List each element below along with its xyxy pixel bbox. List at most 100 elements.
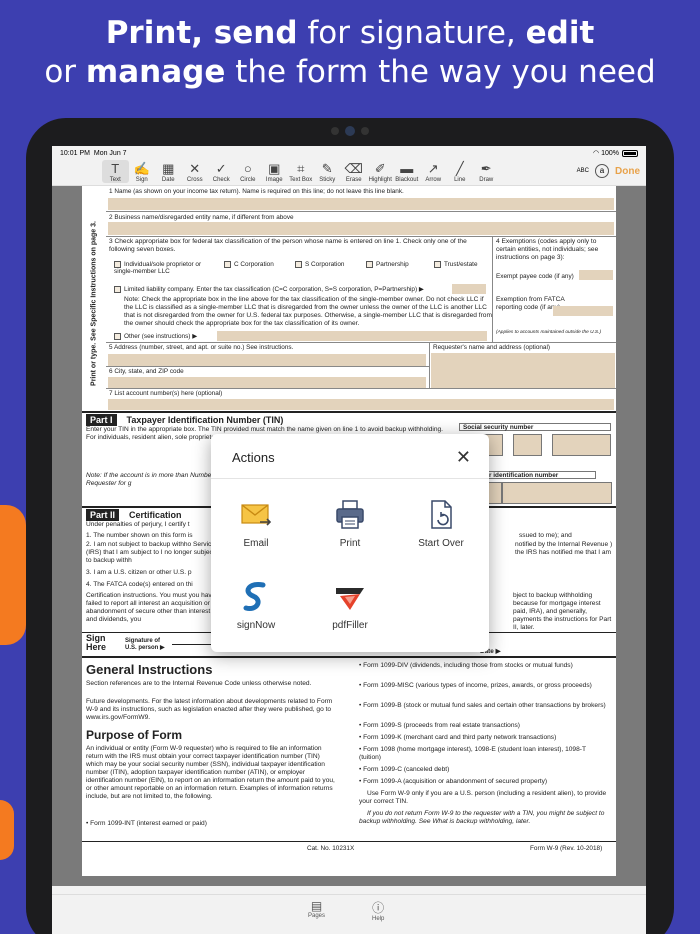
- sign-here: Sign Here: [86, 633, 107, 652]
- app-screen: 10:01 PM Mon Jun 7 ◠ 100% T Text ✍ Sign ▦ Dat…: [52, 146, 646, 934]
- tool-circle[interactable]: ○ Circle: [235, 160, 262, 183]
- text-cursor-icon: T: [111, 161, 120, 176]
- tool-highlight[interactable]: ✐ Highlight: [367, 160, 394, 183]
- wifi-icon: ◠: [593, 150, 600, 157]
- spellcheck-button[interactable]: ABC: [577, 168, 589, 174]
- status-bar: 10:01 PM Mon Jun 7 ◠ 100%: [52, 146, 646, 160]
- business-name-field[interactable]: [108, 222, 614, 235]
- tool-sign[interactable]: ✍ Sign: [129, 160, 156, 183]
- tool-label: Erase: [345, 177, 362, 183]
- tool-line[interactable]: ╱ Line: [447, 160, 474, 183]
- ein-field-1[interactable]: [488, 482, 502, 504]
- purpose-heading: Purpose of Form: [86, 728, 183, 742]
- other-option[interactable]: Other (see instructions) ▶: [114, 332, 197, 340]
- trust-option[interactable]: Trust/estate: [434, 261, 478, 268]
- email-action[interactable]: Email: [216, 498, 296, 549]
- cross-icon: ✕: [189, 161, 201, 176]
- signature-icon: ✍: [133, 161, 150, 176]
- start-over-icon: [431, 500, 452, 529]
- pen-icon: ✒: [480, 161, 492, 176]
- email-icon: [241, 504, 272, 526]
- annotation-toolbar: T Text ✍ Sign ▦ Date ✕ Cross ✓ Check ○ Circle ▣ Image…: [52, 160, 646, 186]
- address-field[interactable]: [108, 354, 426, 366]
- tool-label: Date: [161, 177, 175, 183]
- arrow-icon: ↗: [427, 161, 439, 176]
- partnership-option[interactable]: Partnership: [366, 261, 409, 268]
- ein-label: r identification number: [488, 471, 596, 479]
- close-icon[interactable]: ✕: [456, 448, 471, 466]
- tool-label: Sticky: [319, 177, 336, 183]
- search-icon[interactable]: a: [595, 164, 609, 178]
- sticky-note-icon: ✎: [321, 161, 333, 176]
- llc-option[interactable]: Limited liability company. Enter the tax…: [114, 285, 424, 293]
- blackout-icon: ▬: [400, 161, 414, 176]
- account-field[interactable]: [108, 399, 614, 410]
- tool-label: Text Box: [289, 177, 313, 183]
- c-corp-option[interactable]: C Corporation: [224, 261, 274, 268]
- signnow-action[interactable]: signNow: [216, 580, 296, 631]
- tool-blackout[interactable]: ▬ Blackout: [394, 160, 421, 183]
- tool-sticky[interactable]: ✎ Sticky: [314, 160, 341, 183]
- done-button[interactable]: Done: [615, 166, 640, 177]
- part-2-header: Part II Certification: [86, 509, 182, 521]
- start-over-action[interactable]: Start Over: [401, 498, 481, 549]
- textbox-icon: ⌗: [297, 161, 305, 176]
- pages-button[interactable]: ▤ Pages: [308, 899, 325, 919]
- exempt-payee-field[interactable]: [579, 270, 613, 280]
- part-1-header: Part I Taxpayer Identification Number (TI…: [86, 414, 283, 426]
- individual-checkbox[interactable]: [114, 261, 121, 268]
- ein-field-2[interactable]: [502, 482, 612, 504]
- fatca-field[interactable]: [553, 306, 613, 316]
- tool-label: Line: [454, 177, 466, 183]
- tool-date[interactable]: ▦ Date: [155, 160, 182, 183]
- calendar-icon: ▦: [162, 161, 175, 176]
- tool-label: Cross: [186, 177, 203, 183]
- name-field[interactable]: [108, 198, 614, 210]
- tool-draw[interactable]: ✒ Draw: [473, 160, 500, 183]
- tool-cross[interactable]: ✕ Cross: [182, 160, 209, 183]
- orange-decoration: [0, 800, 14, 860]
- ssn-field-2[interactable]: [513, 434, 542, 456]
- tool-label: Sign: [135, 177, 148, 183]
- pdffiller-action[interactable]: pdfFiller: [310, 580, 390, 631]
- tool-label: Check: [212, 177, 230, 183]
- requester-field[interactable]: [431, 353, 615, 388]
- orange-decoration: [0, 505, 26, 645]
- help-icon: ⓘ: [372, 901, 385, 915]
- pdffiller-logo-icon: [336, 588, 364, 610]
- llc-note: Note: Check the appropriate box in the l…: [124, 296, 492, 327]
- tool-text[interactable]: T Text: [102, 160, 129, 183]
- circle-icon: ○: [243, 161, 252, 176]
- tool-label: Text: [109, 177, 121, 183]
- llc-classification-field[interactable]: [452, 284, 486, 294]
- check-icon: ✓: [215, 161, 227, 176]
- line-icon: ╱: [455, 161, 464, 176]
- city-field[interactable]: [108, 377, 426, 388]
- tool-erase[interactable]: ⌫ Erase: [341, 160, 368, 183]
- highlighter-icon: ✐: [374, 161, 386, 176]
- other-field[interactable]: [217, 331, 487, 341]
- side-label: Print or type. See Specific Instructions…: [90, 221, 98, 386]
- tool-label: Arrow: [425, 177, 442, 183]
- s-corp-option[interactable]: S Corporation: [295, 261, 344, 268]
- tool-image[interactable]: ▣ Image: [261, 160, 288, 183]
- actions-dialog: Actions ✕ Email Print Start Over signNow…: [211, 434, 489, 652]
- tool-check[interactable]: ✓ Check: [208, 160, 235, 183]
- general-instructions-heading: General Instructions: [86, 662, 213, 677]
- dialog-title: Actions: [232, 450, 275, 465]
- ssn-field-3[interactable]: [552, 434, 611, 456]
- tool-label: Blackout: [395, 177, 419, 183]
- print-action[interactable]: Print: [310, 498, 390, 549]
- image-icon: ▣: [268, 161, 281, 176]
- battery-icon: [622, 149, 638, 157]
- tool-label: Image: [265, 177, 283, 183]
- signnow-logo-icon: [243, 581, 266, 611]
- requester-box: Requester's name and address (optional): [429, 342, 616, 388]
- pages-icon: ▤: [310, 899, 323, 913]
- tool-text-box[interactable]: ⌗ Text Box: [288, 160, 315, 183]
- line-3-text: 3 Check appropriate box for federal tax …: [109, 238, 467, 253]
- tool-label: Circle: [240, 177, 256, 183]
- individual-option[interactable]: Individual/sole proprietor or single-mem…: [114, 261, 214, 275]
- help-button[interactable]: ⓘ Help: [372, 899, 384, 922]
- tool-arrow[interactable]: ↗ Arrow: [420, 160, 447, 183]
